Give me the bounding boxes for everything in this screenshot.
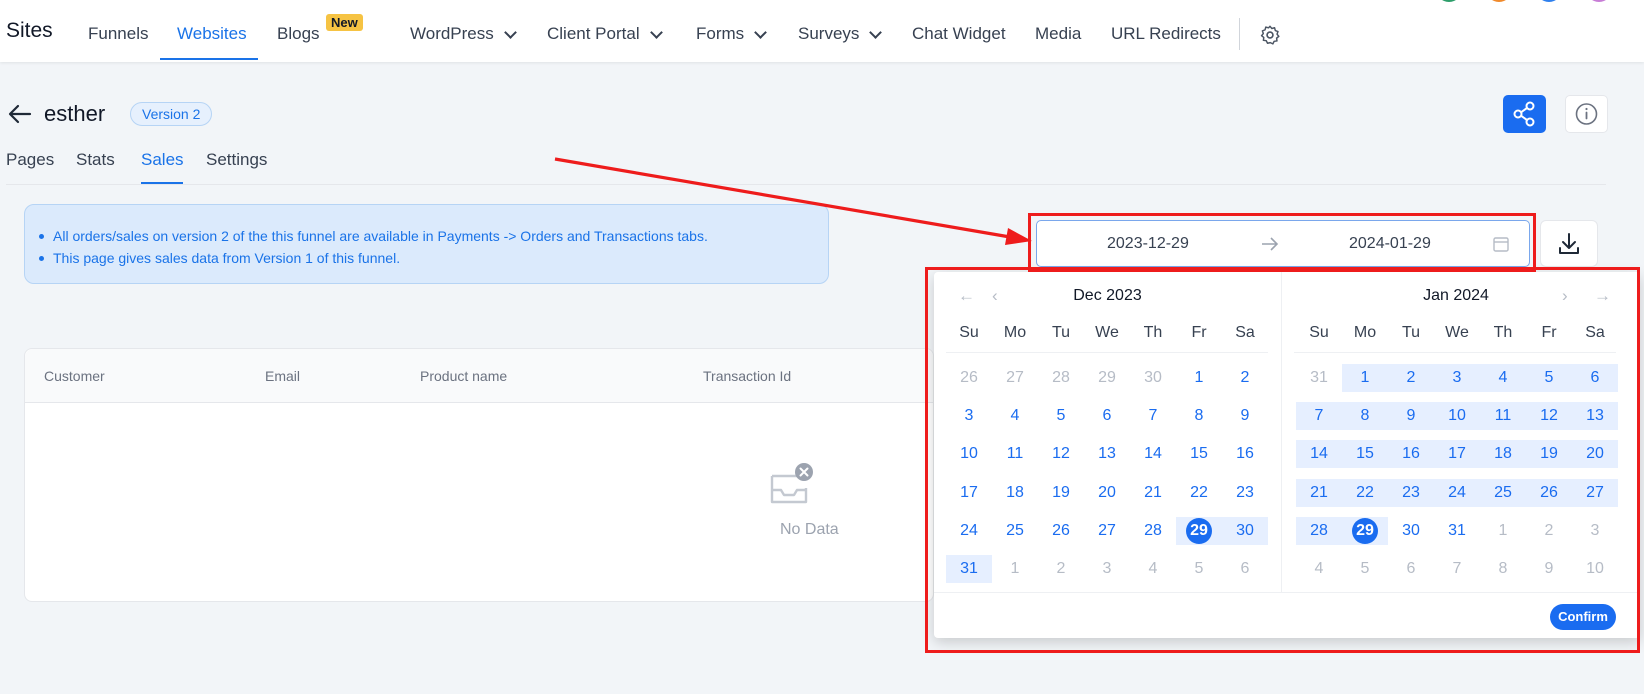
annotation-box-date-range: [1028, 213, 1536, 272]
annotation-box-calendar: [925, 267, 1640, 653]
